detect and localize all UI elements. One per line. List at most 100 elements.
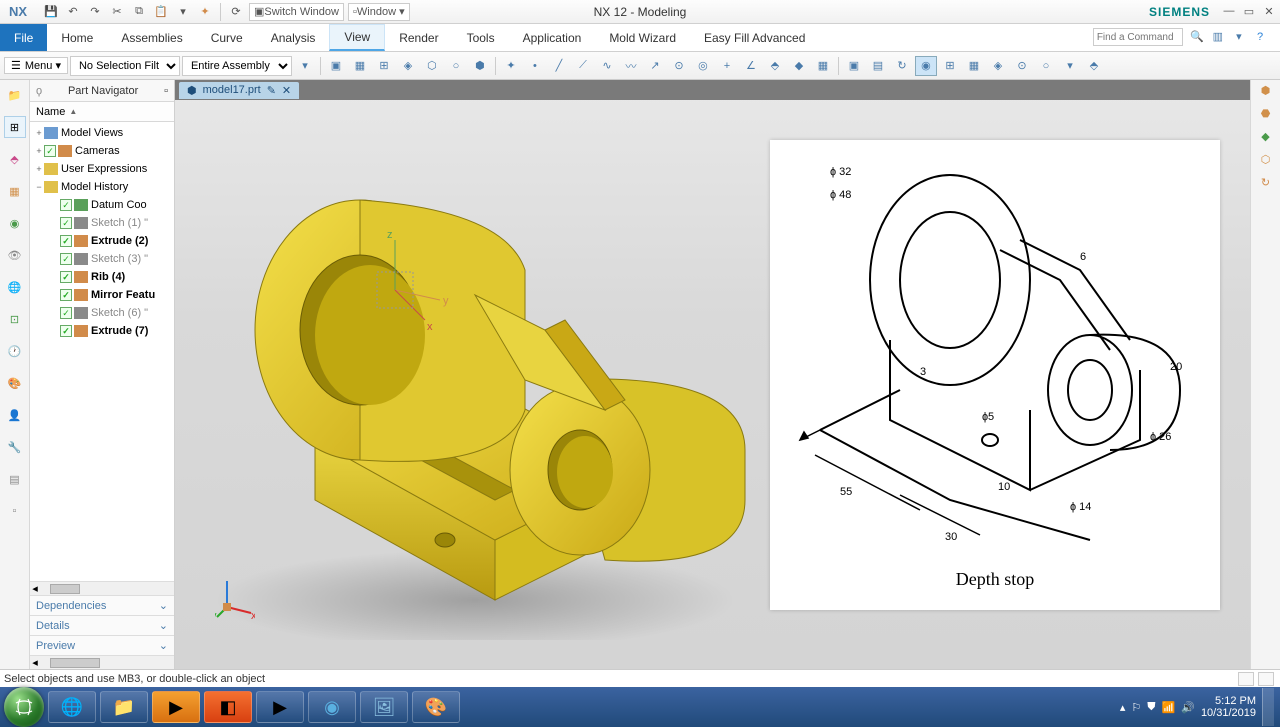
rail-more-icon[interactable]: ▫ (4, 500, 26, 522)
rail-color-icon[interactable]: 🎨 (4, 372, 26, 394)
tb-icon-17[interactable]: + (716, 56, 738, 76)
tree-item[interactable]: ✓Mirror Featu (30, 286, 174, 304)
navigator-dock-icon[interactable]: ▫ (164, 85, 168, 97)
tree-item[interactable]: ✓Sketch (6) " (30, 304, 174, 322)
status-icon-1[interactable] (1238, 672, 1254, 686)
tb-icon-15[interactable]: ⊙ (668, 56, 690, 76)
tree-item[interactable]: ✓Sketch (3) " (30, 250, 174, 268)
minimize-button[interactable]: — (1222, 5, 1236, 19)
rail-web-icon[interactable]: 🌐 (4, 276, 26, 298)
rail-hd3d-icon[interactable]: 👁 (4, 244, 26, 266)
tb-icon-22[interactable]: ▣ (843, 56, 865, 76)
menu-button[interactable]: ☰ Menu ▾ (4, 57, 68, 74)
touch-icon[interactable]: ✦ (196, 3, 214, 21)
tray-clock[interactable]: 5:12 PM 10/31/2019 (1201, 695, 1256, 719)
tb-icon-10[interactable]: ╱ (548, 56, 570, 76)
assembly-filter-dropdown[interactable]: Entire Assembly (182, 56, 292, 76)
tree-item[interactable]: +✓Cameras (30, 142, 174, 160)
right-rail-icon-3[interactable]: ◆ (1261, 130, 1269, 143)
tb-icon-28[interactable]: ◈ (987, 56, 1009, 76)
tree-item[interactable]: ✓Extrude (7) (30, 322, 174, 340)
open-file-tab[interactable]: ⬢ model17.prt ✎ ✕ (179, 82, 299, 99)
undo-icon[interactable]: ↶ (64, 3, 82, 21)
redo-icon[interactable]: ↷ (86, 3, 104, 21)
tb-icon-18[interactable]: ∠ (740, 56, 762, 76)
tray-flag-icon[interactable]: ⚐ (1131, 701, 1141, 714)
section-details[interactable]: Details⌄ (30, 615, 174, 635)
taskbar-app3[interactable]: ◉ (308, 691, 356, 723)
tab-view[interactable]: View (329, 24, 385, 51)
tb-icon-26[interactable]: ⊞ (939, 56, 961, 76)
tb-icon-32[interactable]: ⬘ (1083, 56, 1105, 76)
tb-icon-7[interactable]: ⬢ (469, 56, 491, 76)
rail-role-icon[interactable]: 👤 (4, 404, 26, 426)
tb-icon-29[interactable]: ⊙ (1011, 56, 1033, 76)
close-file-icon[interactable]: ✕ (282, 84, 291, 97)
tree-item[interactable]: +User Expressions (30, 160, 174, 178)
start-button[interactable] (4, 687, 44, 727)
taskbar-pictures[interactable]: 🖼 (360, 691, 408, 723)
taskbar-media[interactable]: ▶ (152, 691, 200, 723)
tree-hscroll[interactable]: ◂ (30, 581, 174, 595)
tb-icon-5[interactable]: ⬡ (421, 56, 443, 76)
right-rail-icon-5[interactable]: ↻ (1261, 176, 1270, 189)
tree-item[interactable]: ✓Extrude (2) (30, 232, 174, 250)
more-icon[interactable]: ▾ (174, 3, 192, 21)
switch-window-button[interactable]: ▣ Switch Window (249, 3, 344, 21)
show-desktop-button[interactable] (1262, 688, 1274, 726)
tb-icon-20[interactable]: ◆ (788, 56, 810, 76)
tab-render[interactable]: Render (385, 24, 452, 51)
rail-navigator-icon[interactable]: ⊞ (4, 116, 26, 138)
tb-icon-6[interactable]: ○ (445, 56, 467, 76)
tb-icon-14[interactable]: ↗ (644, 56, 666, 76)
tb-icon-19[interactable]: ⬘ (764, 56, 786, 76)
tab-assemblies[interactable]: Assemblies (107, 24, 196, 51)
restore-button[interactable]: ▭ (1242, 5, 1256, 19)
tb-icon-2[interactable]: ▦ (349, 56, 371, 76)
tab-tools[interactable]: Tools (453, 24, 509, 51)
taskbar-paint[interactable]: 🎨 (412, 691, 460, 723)
view-triad[interactable]: z y x (215, 579, 255, 619)
repeat-icon[interactable]: ⟳ (227, 3, 245, 21)
window-menu-button[interactable]: ▫ Window ▾ (348, 3, 410, 21)
right-rail-icon-2[interactable]: ⬣ (1261, 107, 1271, 120)
settings-icon[interactable]: ▾ (1231, 29, 1247, 45)
rail-finder-icon[interactable]: 📁 (4, 84, 26, 106)
tb-icon-25[interactable]: ◉ (915, 56, 937, 76)
tray-shield-icon[interactable]: ⛊ (1147, 701, 1155, 714)
rail-constraint-icon[interactable]: ⬘ (4, 148, 26, 170)
navigator-column-header[interactable]: Name▲ (30, 102, 174, 122)
status-icon-2[interactable] (1258, 672, 1274, 686)
tb-icon-9[interactable]: • (524, 56, 546, 76)
paste-icon[interactable]: 📋 (152, 3, 170, 21)
tb-icon-30[interactable]: ○ (1035, 56, 1057, 76)
tb-icon-12[interactable]: ∿ (596, 56, 618, 76)
filter-icon[interactable]: ▾ (294, 56, 316, 76)
tb-icon-21[interactable]: ▦ (812, 56, 834, 76)
tab-easy-fill[interactable]: Easy Fill Advanced (690, 24, 819, 51)
tab-home[interactable]: Home (47, 24, 107, 51)
tb-icon-16[interactable]: ◎ (692, 56, 714, 76)
tab-analysis[interactable]: Analysis (257, 24, 330, 51)
section-preview[interactable]: Preview⌄ (30, 635, 174, 655)
section-dependencies[interactable]: Dependencies⌄ (30, 595, 174, 615)
tb-icon-4[interactable]: ◈ (397, 56, 419, 76)
rail-assembly-icon[interactable]: ▦ (4, 180, 26, 202)
tb-icon-3[interactable]: ⊞ (373, 56, 395, 76)
rail-drafting-icon[interactable]: ⊡ (4, 308, 26, 330)
tree-item[interactable]: ✓Datum Coo (30, 196, 174, 214)
graphics-viewport[interactable]: ⬢ model17.prt ✎ ✕ (175, 80, 1250, 669)
tray-up-icon[interactable]: ▴ (1120, 701, 1126, 714)
copy-icon[interactable]: ⧉ (130, 3, 148, 21)
tb-icon-24[interactable]: ↻ (891, 56, 913, 76)
tb-icon-11[interactable]: ⟋ (572, 56, 594, 76)
tray-network-icon[interactable]: 📶 (1162, 701, 1176, 714)
taskbar-explorer[interactable]: 📁 (100, 691, 148, 723)
tab-curve[interactable]: Curve (197, 24, 257, 51)
help-icon[interactable]: ? (1252, 29, 1268, 45)
tab-mold-wizard[interactable]: Mold Wizard (595, 24, 690, 51)
taskbar-app1[interactable]: ◧ (204, 691, 252, 723)
rail-tool-icon[interactable]: 🔧 (4, 436, 26, 458)
right-rail-icon-1[interactable]: ⬢ (1261, 84, 1271, 97)
tb-icon-8[interactable]: ✦ (500, 56, 522, 76)
